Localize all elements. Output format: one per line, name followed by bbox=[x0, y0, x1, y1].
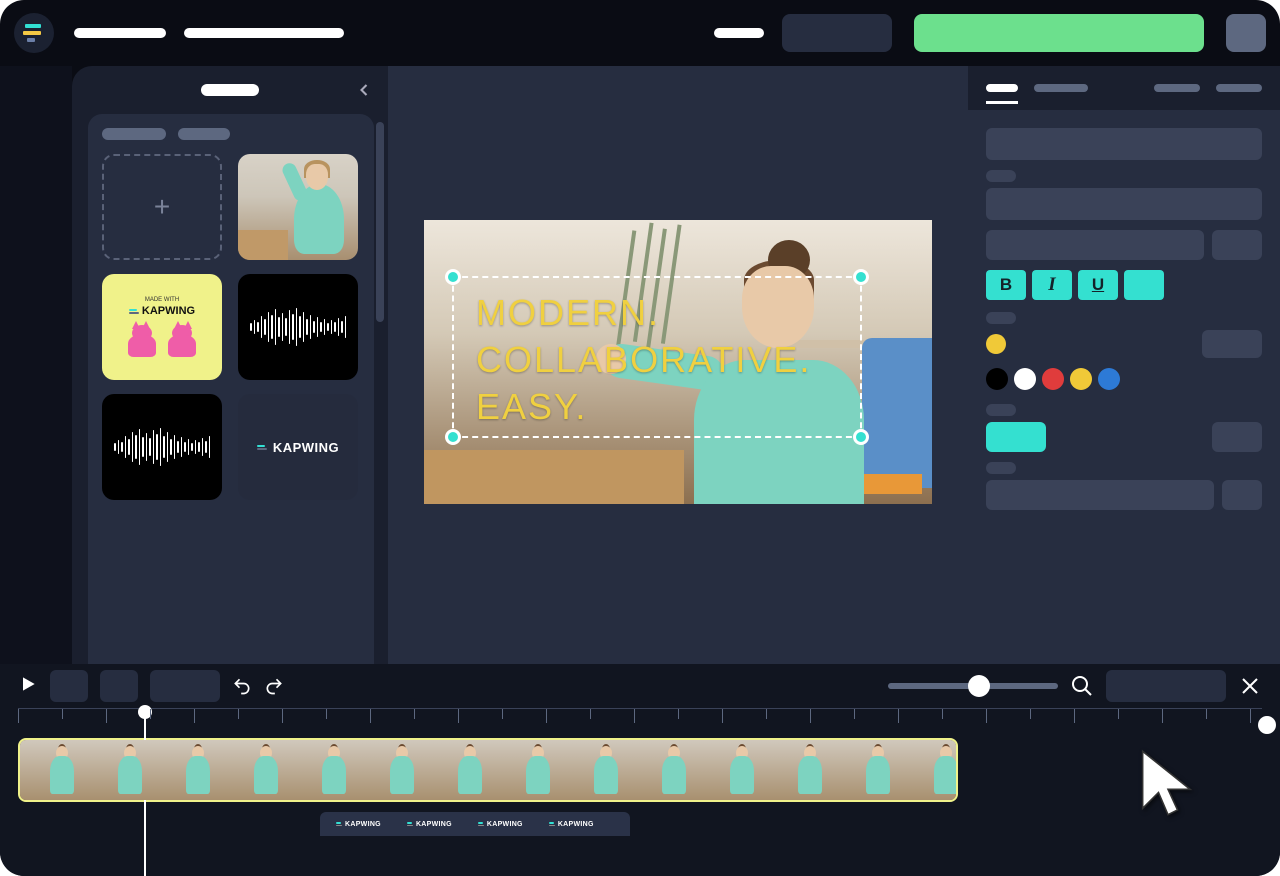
header bbox=[0, 0, 1280, 66]
prop-field-5[interactable] bbox=[986, 480, 1214, 510]
prop-tab-3[interactable] bbox=[1154, 84, 1200, 92]
prop-color-label bbox=[986, 312, 1016, 324]
media-thumb-video[interactable] bbox=[238, 154, 358, 260]
prop-tab-2[interactable] bbox=[1034, 84, 1088, 92]
media-browser: + MADE WITH KAPWING bbox=[88, 114, 374, 664]
resize-handle-tr[interactable] bbox=[853, 269, 869, 285]
timeline-time-display bbox=[1106, 670, 1226, 702]
italic-button[interactable]: I bbox=[1032, 270, 1072, 300]
header-workspace-name[interactable] bbox=[74, 28, 166, 38]
prop-field-6[interactable] bbox=[1222, 480, 1262, 510]
prop-tab-4[interactable] bbox=[1216, 84, 1262, 92]
collapse-panel-button[interactable] bbox=[354, 80, 374, 100]
color-swatch-white[interactable] bbox=[1014, 368, 1036, 390]
overlay-track-clip[interactable]: KAPWING KAPWING KAPWING KAPWING bbox=[320, 812, 630, 836]
media-thumb-kapwing-outro[interactable]: MADE WITH KAPWING bbox=[102, 274, 222, 380]
tool-strip bbox=[0, 66, 72, 664]
format-button-extra[interactable] bbox=[1124, 270, 1164, 300]
prop-label bbox=[986, 170, 1016, 182]
plus-icon: + bbox=[154, 191, 170, 223]
media-thumb-audio-2[interactable] bbox=[102, 394, 222, 500]
zoom-icon[interactable] bbox=[1070, 674, 1094, 698]
resize-handle-bl[interactable] bbox=[445, 429, 461, 445]
prop-field-2[interactable] bbox=[986, 188, 1262, 220]
color-swatch-red[interactable] bbox=[1042, 368, 1064, 390]
timeline-control-3[interactable] bbox=[150, 670, 220, 702]
media-panel-title bbox=[201, 84, 259, 96]
app-logo[interactable] bbox=[14, 13, 54, 53]
header-project-name[interactable] bbox=[184, 28, 344, 38]
prop-field-1[interactable] bbox=[986, 128, 1262, 160]
bold-button[interactable]: B bbox=[986, 270, 1026, 300]
play-button[interactable] bbox=[18, 674, 38, 699]
resize-handle-br[interactable] bbox=[853, 429, 869, 445]
header-account-button[interactable] bbox=[1226, 14, 1266, 52]
zoom-slider[interactable] bbox=[888, 683, 1058, 689]
undo-button[interactable] bbox=[232, 676, 252, 696]
timeline-control-2[interactable] bbox=[100, 670, 138, 702]
prop-tab-1[interactable] bbox=[986, 84, 1018, 92]
media-scrollbar[interactable] bbox=[376, 122, 384, 322]
color-swatch-black[interactable] bbox=[986, 368, 1008, 390]
cursor-icon bbox=[1130, 745, 1206, 826]
color-swatch-yellow[interactable] bbox=[1070, 368, 1092, 390]
color-swatch-blue[interactable] bbox=[1098, 368, 1120, 390]
canvas-area: MODERN. COLLABORATIVE. EASY. bbox=[388, 66, 968, 664]
prop-font-size[interactable] bbox=[1212, 230, 1262, 260]
timeline-control-1[interactable] bbox=[50, 670, 88, 702]
underline-button[interactable]: U bbox=[1078, 270, 1118, 300]
redo-button[interactable] bbox=[264, 676, 284, 696]
resize-handle-tl[interactable] bbox=[445, 269, 461, 285]
timeline-ruler[interactable] bbox=[18, 708, 1262, 730]
media-thumb-audio-1[interactable] bbox=[238, 274, 358, 380]
timeline-end-handle[interactable] bbox=[1258, 716, 1276, 734]
properties-panel: B I U bbox=[968, 66, 1280, 664]
selection-box[interactable] bbox=[452, 276, 862, 438]
media-tab-1[interactable] bbox=[102, 128, 166, 140]
main-area: + MADE WITH KAPWING bbox=[0, 66, 1280, 664]
header-status-text bbox=[714, 28, 764, 38]
canvas[interactable]: MODERN. COLLABORATIVE. EASY. bbox=[424, 220, 932, 504]
header-secondary-button[interactable] bbox=[782, 14, 892, 52]
app-window: + MADE WITH KAPWING bbox=[0, 0, 1280, 876]
video-track-clip[interactable] bbox=[18, 738, 958, 802]
media-panel: + MADE WITH KAPWING bbox=[72, 66, 388, 664]
close-timeline-button[interactable] bbox=[1238, 674, 1262, 698]
prop-bg-option[interactable] bbox=[986, 422, 1046, 452]
media-tab-2[interactable] bbox=[178, 128, 230, 140]
prop-bg-value[interactable] bbox=[1212, 422, 1262, 452]
selected-color-swatch[interactable] bbox=[986, 334, 1006, 354]
header-export-button[interactable] bbox=[914, 14, 1204, 52]
color-hex-input[interactable] bbox=[1202, 330, 1262, 358]
prop-font-select[interactable] bbox=[986, 230, 1204, 260]
media-thumb-kapwing-logo[interactable]: KAPWING bbox=[238, 394, 358, 500]
prop-bg-label bbox=[986, 404, 1016, 416]
add-media-button[interactable]: + bbox=[102, 154, 222, 260]
timeline-panel: KAPWING KAPWING KAPWING KAPWING bbox=[0, 664, 1280, 876]
prop-label-3 bbox=[986, 462, 1016, 474]
zoom-slider-knob[interactable] bbox=[968, 675, 990, 697]
